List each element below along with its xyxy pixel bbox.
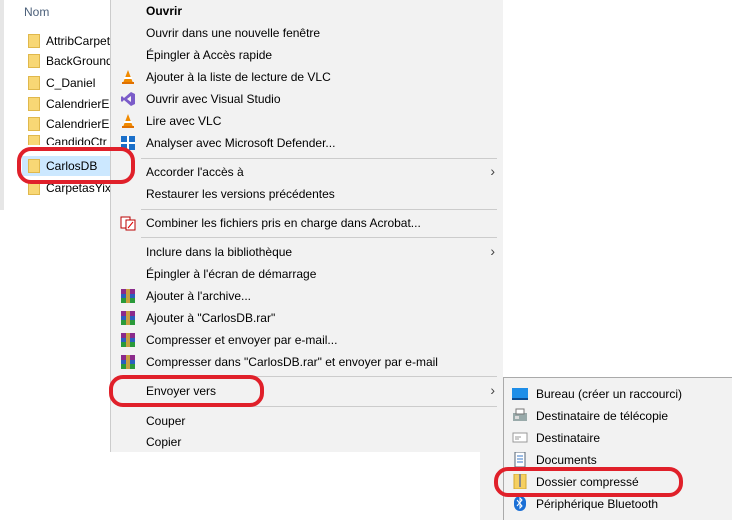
- folder-icon: [28, 181, 40, 195]
- menu-item-compresser-et-envoyer-par-e-mail[interactable]: Compresser et envoyer par e-mail...: [111, 329, 503, 351]
- folder-icon: [28, 135, 40, 145]
- menu-item-ajouter-a-la-liste-de-lecture-de-vlc[interactable]: Ajouter à la liste de lecture de VLC: [111, 66, 503, 88]
- menu-item-label: Inclure dans la bibliothèque: [146, 245, 293, 259]
- menu-item-epingler-a-l-ecran-de-demarrage[interactable]: Épingler à l'écran de démarrage: [111, 263, 503, 285]
- menu-item-copier[interactable]: Copier: [111, 431, 503, 453]
- mail-icon: [512, 430, 528, 445]
- zip-folder-icon: [512, 473, 528, 490]
- fax-icon: [512, 408, 528, 423]
- submenu-item-label: Bureau (créer un raccourci): [536, 387, 683, 401]
- chevron-right-icon: ›: [490, 163, 495, 179]
- list-item[interactable]: CalendrierES: [22, 114, 114, 134]
- menu-item-ouvrir-avec-visual-studio[interactable]: Ouvrir avec Visual Studio: [111, 88, 503, 110]
- menu-item-label: Copier: [146, 435, 182, 449]
- blank-area: [0, 210, 110, 460]
- menu-item-ajouter-a-carlosdb-rar[interactable]: Ajouter à "CarlosDB.rar": [111, 307, 503, 329]
- column-header-name[interactable]: Nom: [24, 5, 49, 19]
- menu-item-epingler-a-acces-rapide[interactable]: Épingler à Accès rapide: [111, 44, 503, 66]
- folder-icon: [28, 117, 40, 131]
- defender-icon: [120, 135, 136, 151]
- file-explorer-list: Nom AttribCarpet BackGround C_Daniel Cal…: [0, 0, 114, 210]
- send-to-submenu: Bureau (créer un raccourci) Destinataire …: [503, 377, 732, 520]
- folder-icon: [28, 159, 40, 173]
- submenu-item-label: Destinataire de télécopie: [536, 409, 669, 423]
- chevron-right-icon: ›: [490, 382, 495, 398]
- menu-item-label: Combiner les fichiers pris en charge dan…: [146, 216, 421, 230]
- menu-item-label: Accorder l'accès à: [146, 165, 244, 179]
- menu-item-ouvrir[interactable]: Ouvrir: [111, 0, 503, 22]
- menu-item-ouvrir-dans-une-nouvelle-fenetre[interactable]: Ouvrir dans une nouvelle fenêtre: [111, 22, 503, 44]
- submenu-item-destinataire[interactable]: Destinataire: [504, 427, 732, 449]
- context-menu: Ouvrir Ouvrir dans une nouvelle fenêtre Ép…: [110, 0, 503, 520]
- menu-item-label: Ajouter à "CarlosDB.rar": [146, 311, 276, 325]
- menu-item-lire-avec-vlc[interactable]: Lire avec VLC: [111, 110, 503, 132]
- menu-item-label: Ouvrir: [146, 4, 183, 18]
- winrar-icon: [120, 288, 136, 304]
- blank-area: [0, 452, 480, 520]
- menu-item-label: Ouvrir avec Visual Studio: [146, 92, 281, 106]
- menu-separator: [141, 376, 497, 377]
- vlc-icon: [120, 113, 136, 129]
- visual-studio-icon: [120, 91, 136, 107]
- list-item[interactable]: CalendrierES: [22, 94, 114, 114]
- submenu-item-label: Dossier compressé: [536, 475, 639, 489]
- list-item[interactable]: C_Daniel: [22, 73, 114, 93]
- acrobat-icon: [120, 215, 136, 231]
- folder-icon: [28, 54, 40, 68]
- list-item[interactable]: CarpetasYix: [22, 178, 114, 198]
- menu-item-label: Compresser dans "CarlosDB.rar" et envoye…: [146, 355, 438, 369]
- submenu-item-documents[interactable]: Documents: [504, 449, 732, 471]
- menu-separator: [141, 406, 497, 407]
- menu-item-label: Ouvrir dans une nouvelle fenêtre: [146, 26, 321, 40]
- menu-item-ajouter-a-l-archive[interactable]: Ajouter à l'archive...: [111, 285, 503, 307]
- menu-separator: [141, 237, 497, 238]
- winrar-icon: [120, 310, 136, 326]
- winrar-icon: [120, 332, 136, 348]
- list-item[interactable]: AttribCarpet: [22, 31, 114, 51]
- folder-icon: [28, 34, 40, 48]
- list-item[interactable]: BackGround: [22, 51, 114, 71]
- menu-item-accorder-l-acces-a[interactable]: Accorder l'accès à ›: [111, 161, 503, 183]
- menu-item-compresser-dans-carlosdb-rar-et-envoyer-par-e-mail[interactable]: Compresser dans "CarlosDB.rar" et envoye…: [111, 351, 503, 373]
- menu-item-label: Compresser et envoyer par e-mail...: [146, 333, 338, 347]
- menu-item-label: Épingler à Accès rapide: [146, 48, 273, 62]
- desktop-icon: [512, 386, 528, 401]
- submenu-item-label: Périphérique Bluetooth: [536, 497, 659, 511]
- submenu-item-bureau-creer-un-raccourci[interactable]: Bureau (créer un raccourci): [504, 383, 732, 405]
- menu-item-label: Analyser avec Microsoft Defender...: [146, 136, 336, 150]
- menu-item-label: Couper: [146, 414, 186, 428]
- bluetooth-icon: [512, 496, 528, 511]
- submenu-item-destinataire-de-telecopie[interactable]: Destinataire de télécopie: [504, 405, 732, 427]
- submenu-item-peripherique-bluetooth[interactable]: Périphérique Bluetooth: [504, 493, 732, 515]
- vlc-icon: [120, 69, 136, 85]
- menu-item-restaurer-les-versions-precedentes[interactable]: Restaurer les versions précédentes: [111, 183, 503, 205]
- menu-item-label: Épingler à l'écran de démarrage: [146, 267, 317, 281]
- menu-separator: [141, 209, 497, 210]
- menu-item-inclure-dans-la-bibliotheque[interactable]: Inclure dans la bibliothèque ›: [111, 241, 503, 263]
- menu-separator: [141, 158, 497, 159]
- documents-icon: [512, 451, 528, 468]
- chevron-right-icon: ›: [490, 243, 495, 259]
- folder-icon: [28, 76, 40, 90]
- list-item[interactable]: CandidoCtr: [22, 135, 114, 145]
- submenu-item-label: Destinataire: [536, 431, 601, 445]
- winrar-icon: [120, 354, 136, 370]
- menu-item-label: Ajouter à la liste de lecture de VLC: [146, 70, 331, 84]
- menu-item-label: Ajouter à l'archive...: [146, 289, 252, 303]
- menu-item-analyser-avec-microsoft-defender[interactable]: Analyser avec Microsoft Defender...: [111, 132, 503, 154]
- folder-icon: [28, 97, 40, 111]
- menu-item-envoyer-vers[interactable]: Envoyer vers ›: [111, 380, 503, 402]
- submenu-item-label: Documents: [536, 453, 597, 467]
- list-item-selected[interactable]: CarlosDB: [22, 156, 114, 176]
- menu-item-combiner-les-fichiers-pris-en-charge-dans-acrobat[interactable]: Combiner les fichiers pris en charge dan…: [111, 212, 503, 234]
- submenu-item-dossier-compresse[interactable]: Dossier compressé: [504, 471, 732, 493]
- menu-item-label: Restaurer les versions précédentes: [146, 187, 335, 201]
- menu-item-label: Lire avec VLC: [146, 114, 222, 128]
- menu-item-label: Envoyer vers: [146, 384, 217, 398]
- menu-item-couper[interactable]: Couper: [111, 410, 503, 432]
